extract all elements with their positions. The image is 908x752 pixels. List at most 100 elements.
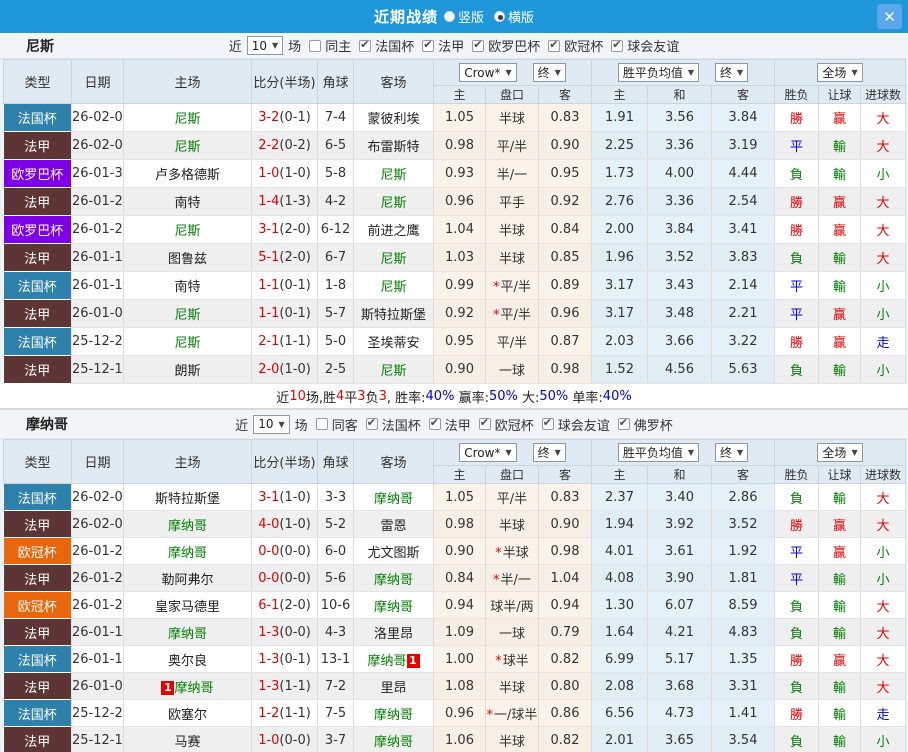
odds-away: 0.82 (538, 726, 593, 752)
odds-home: 0.95 (433, 327, 486, 356)
odds-group-header: Crow* ▼ 终 ▼ (432, 439, 593, 466)
close-icon: ✕ (883, 7, 896, 26)
fulltime-score: 1-3 (258, 678, 280, 694)
sub-header-4: 和 (647, 85, 713, 104)
result-handicap: 輸 (818, 355, 862, 384)
result-goals: 大 (860, 131, 907, 160)
halftime-score: (0-0) (279, 732, 311, 748)
match-row: 法国杯25-12-21欧塞尔1-2(1-1)7-5摩纳哥0.96*一/球半0.8… (3, 699, 907, 727)
handicap-cell: 平/半 (485, 327, 539, 356)
match-row: 法国杯26-01-12南特1-1(0-1)1-8尼斯0.99*平/半0.893.… (3, 271, 907, 300)
score-cell: 1-3(0-0) (251, 618, 318, 646)
avg-group-header: 胜平负均值 ▼ 终 ▼ (591, 59, 776, 86)
avg-draw: 3.65 (647, 726, 713, 752)
avg-final-select-monaco[interactable]: 终 ▼ (715, 443, 749, 462)
full-match-select-monaco[interactable]: 全场 ▼ (817, 443, 863, 462)
home-team-cell: 1 摩纳哥 (123, 672, 252, 700)
summary-bar-nice: 近 10 场,胜 4 平 3 负 3, 胜率: 40% 赢率: 50% 大: 50% 单率: 40% (0, 384, 908, 409)
avg-home: 1.73 (591, 159, 649, 188)
same-venue-checkbox-nice[interactable] (309, 39, 322, 52)
match-row: 法甲26-02-02尼斯2-2(0-2)6-5布雷斯特0.98平/半0.902.… (3, 131, 907, 160)
competition-type-cell: 法甲 (3, 672, 72, 700)
avg-draw: 3.90 (647, 564, 713, 592)
competition-type-cell: 法甲 (3, 564, 72, 592)
score-cell: 0-0(0-0) (251, 537, 318, 565)
summary-segment: 50% (539, 388, 569, 404)
radio-horizontal-layout[interactable]: 横版 (494, 7, 534, 26)
handicap-cell: *平/半 (485, 299, 539, 328)
competition-checkbox-nice-4[interactable] (611, 38, 624, 52)
competition-checkbox-nice-0[interactable] (359, 38, 372, 52)
competition-checkbox-monaco-0[interactable] (365, 416, 378, 430)
handicap-value: 平手 (498, 196, 525, 211)
match-count-select-monaco[interactable]: 10 ▼ (253, 414, 290, 434)
result-handicap: 輸 (818, 591, 862, 619)
away-team-name: 尼斯 (380, 168, 407, 183)
odds-company-select-monaco[interactable]: Crow* ▼ (459, 443, 517, 462)
avg-final-select-nice[interactable]: 终 ▼ (715, 63, 749, 82)
result-handicap: 赢 (818, 510, 862, 538)
radio-unselected-icon[interactable] (443, 11, 455, 22)
competition-checkbox-monaco-2[interactable] (478, 416, 491, 430)
avg-home: 6.56 (591, 699, 649, 727)
competition-checkbox-monaco-3[interactable] (541, 416, 554, 430)
handicap-value: 半球 (498, 680, 525, 696)
competition-checkbox-nice-1[interactable] (422, 38, 435, 52)
layout-radio-group: 竖版 横版 (443, 7, 534, 26)
radio-vertical-layout[interactable]: 竖版 (443, 7, 484, 26)
radio-selected-icon[interactable] (494, 11, 505, 22)
home-team-cell: 尼斯 (123, 215, 252, 244)
avg-home: 1.64 (591, 618, 649, 646)
avg-draw: 5.17 (647, 645, 713, 673)
dialog-titlebar: 近期战绩 竖版 横版 ✕ (0, 0, 908, 33)
halftime-score: (1-1) (279, 678, 311, 694)
halftime-score: (0-1) (279, 110, 311, 125)
away-team-name: 摩纳哥 (367, 653, 407, 669)
corner-count: 6-0 (317, 537, 354, 565)
odds-final-select-monaco[interactable]: 终 ▼ (532, 443, 566, 462)
result-goals: 走 (860, 327, 907, 356)
odds-away: 0.92 (538, 187, 593, 216)
avg-select-nice[interactable]: 胜平负均值 ▼ (617, 63, 700, 82)
close-button[interactable]: ✕ (877, 4, 902, 29)
result-goals: 大 (860, 645, 907, 673)
odds-company-select-nice[interactable]: Crow* ▼ (459, 63, 517, 82)
result-goals: 小 (860, 726, 907, 752)
score-cell: 2-2(0-2) (251, 131, 318, 160)
chevron-down-icon: ▼ (554, 68, 561, 77)
avg-away: 3.22 (711, 327, 776, 356)
away-team-name: 布雷斯特 (367, 140, 420, 155)
fulltime-score: 1-2 (258, 705, 280, 721)
match-date: 26-01-18 (71, 243, 124, 272)
fulltime-score: 6-1 (258, 597, 280, 613)
competition-checkbox-monaco-1[interactable] (428, 416, 441, 430)
result-winloss: 負 (774, 243, 820, 272)
competition-checkbox-nice-3[interactable] (548, 38, 561, 52)
avg-away: 3.54 (711, 726, 776, 752)
handicap-value: 平/半 (496, 140, 528, 155)
competition-checkbox-nice-2[interactable] (472, 38, 485, 52)
match-count-select-nice[interactable]: 10 ▼ (246, 36, 284, 55)
competition-type-cell: 法国杯 (3, 327, 72, 356)
competition-type-cell: 法甲 (3, 299, 72, 328)
odds-final-select-nice[interactable]: 终 ▼ (532, 63, 566, 82)
avg-away: 3.31 (711, 672, 776, 700)
competition-label: 欧冠杯 (564, 40, 604, 55)
odds-away: 0.87 (538, 327, 593, 356)
competition-checkbox-monaco-4[interactable] (617, 416, 630, 430)
full-match-select-nice[interactable]: 全场 ▼ (817, 63, 863, 82)
halftime-score: (0-1) (279, 278, 311, 293)
avg-away: 3.83 (711, 243, 776, 272)
avg-select-monaco[interactable]: 胜平负均值 ▼ (617, 443, 700, 462)
match-date: 26-01-23 (71, 215, 124, 244)
col-header-corner: 角球 (317, 439, 354, 484)
corner-count: 6-5 (317, 131, 354, 160)
handicap-value: 一球 (498, 364, 525, 379)
away-team-cell: 摩纳哥 (353, 726, 434, 752)
avg-draw: 6.07 (647, 591, 713, 619)
avg-home: 2.03 (591, 327, 649, 356)
match-row: 欧罗巴杯26-01-23尼斯3-1(2-0)6-12前进之鹰1.04半球0.84… (3, 215, 907, 244)
same-venue-checkbox-monaco[interactable] (315, 418, 328, 430)
odds-away: 0.79 (538, 618, 593, 646)
avg-away: 4.83 (711, 618, 776, 646)
